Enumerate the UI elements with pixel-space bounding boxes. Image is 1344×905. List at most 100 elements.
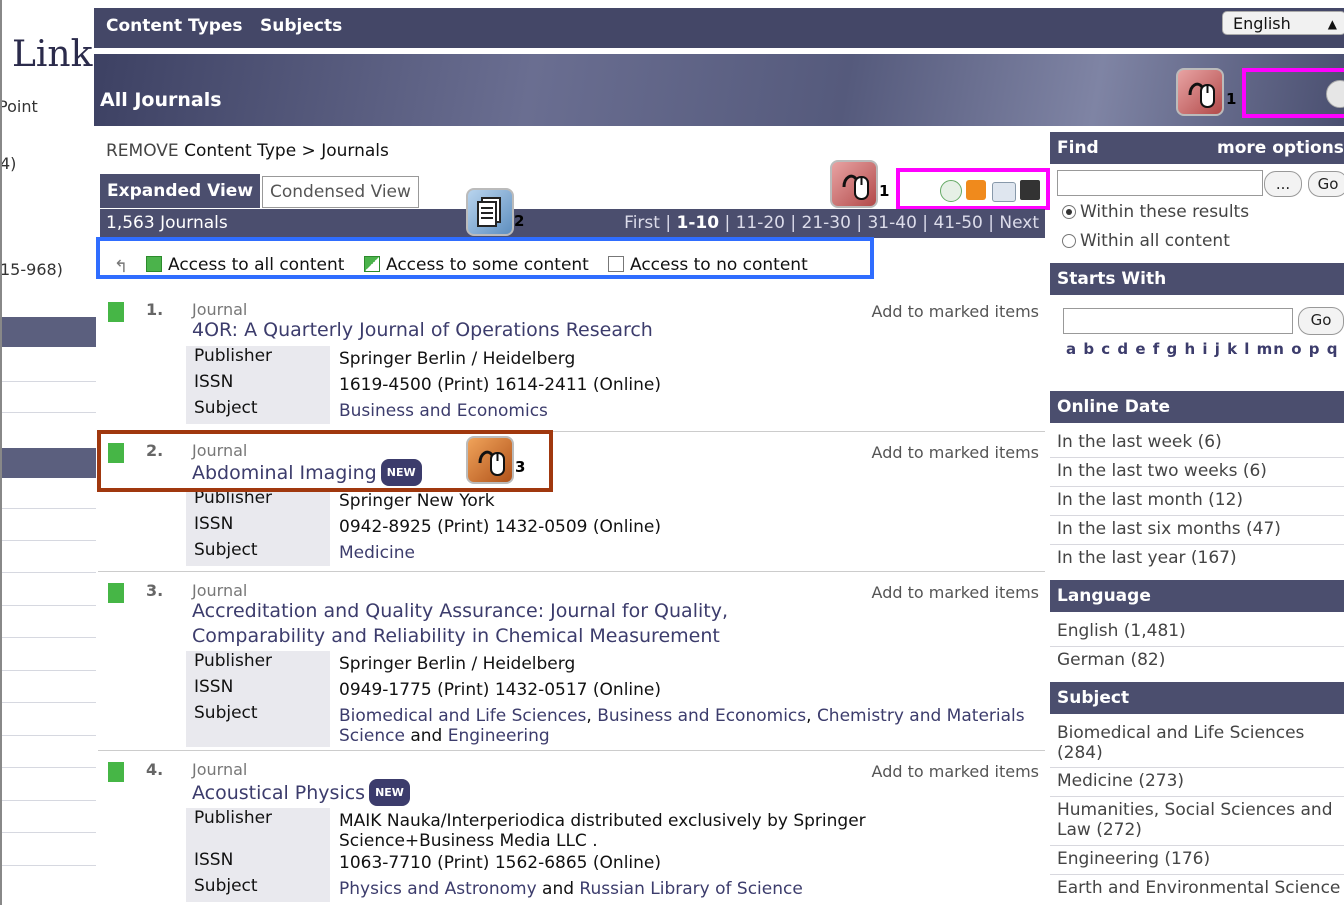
page-next[interactable]: Next [999, 213, 1039, 233]
radio-empty-icon [1062, 234, 1076, 248]
document-icon [466, 188, 514, 236]
logo-subtitle: Point [0, 97, 38, 116]
left-fragment: 4) [0, 154, 17, 173]
legend-none: Access to no content [608, 255, 808, 275]
annotation-number: 1 [1226, 90, 1237, 108]
undo-arrow-icon: ↰ [114, 257, 129, 277]
nav-subjects[interactable]: Subjects [260, 16, 342, 36]
save-icon[interactable] [1020, 180, 1040, 200]
date-filter[interactable]: In the last month (12) [1057, 490, 1243, 510]
more-options-link[interactable]: more options [1217, 132, 1344, 164]
ellipsis-button[interactable]: ... [1264, 171, 1302, 197]
date-filter[interactable]: In the last year (167) [1057, 548, 1237, 568]
page-banner: All Journals [94, 54, 1344, 126]
date-filter[interactable]: In the last week (6) [1057, 432, 1222, 452]
radio-selected-icon [1062, 205, 1076, 219]
subject-link[interactable]: Russian Library of Science [579, 879, 802, 899]
rss-icon[interactable] [966, 180, 986, 200]
find-header: Find more options [1050, 132, 1344, 164]
pagination: First | 1-10 | 11-20 | 21-30 | 31-40 | 4… [624, 213, 1039, 233]
subject-link[interactable]: Medicine [339, 543, 415, 563]
left-band [2, 317, 96, 347]
no-access-icon [608, 256, 624, 272]
alphabet-links[interactable]: a b c d e f g h i j k l mn o p q [1066, 340, 1338, 358]
full-access-icon [108, 762, 124, 782]
add-to-marked-link[interactable]: Add to marked items [872, 302, 1039, 321]
radio-within-results[interactable]: Within these results [1062, 202, 1249, 222]
page-link[interactable]: 31-40 [867, 213, 916, 233]
radio-within-all[interactable]: Within all content [1062, 231, 1230, 251]
results-bar: 1,563 Journals First | 1-10 | 11-20 | 21… [100, 209, 1045, 238]
new-badge: NEW [369, 779, 410, 806]
access-legend: ↰ Access to all content Access to some c… [96, 237, 874, 279]
entry-type: Journal [192, 581, 248, 600]
page-first[interactable]: First [624, 213, 660, 233]
page-current: 1-10 [676, 213, 720, 233]
starts-with-go-button[interactable]: Go [1298, 307, 1344, 335]
subject-link[interactable]: Biomedical and Life Sciences [339, 706, 586, 726]
legend-some: Access to some content [364, 255, 589, 275]
page-title: All Journals [100, 89, 222, 111]
partial-access-icon [364, 256, 380, 272]
entry-index: 4. [146, 760, 164, 779]
nav-content-types[interactable]: Content Types [106, 16, 243, 36]
subject-filter[interactable]: Engineering (176) [1057, 849, 1210, 869]
page-link[interactable]: 21-30 [802, 213, 851, 233]
entry-type: Journal [192, 760, 248, 779]
entry-index: 3. [146, 581, 164, 600]
page-link[interactable]: 41-50 [933, 213, 982, 233]
annotation-number: 1 [879, 182, 890, 200]
journal-title-link[interactable]: 4OR: A Quarterly Journal of Operations R… [192, 318, 812, 343]
subject-link[interactable]: Physics and Astronomy [339, 879, 537, 899]
site-logo: Link [12, 34, 93, 75]
add-to-marked-link[interactable]: Add to marked items [872, 583, 1039, 602]
remove-link[interactable]: REMOVE [106, 141, 179, 161]
full-access-icon [146, 256, 162, 272]
add-to-marked-link[interactable]: Add to marked items [872, 762, 1039, 781]
mouse-click-icon [1176, 68, 1224, 116]
journal-entry: 1. Journal Add to marked items 4OR: A Qu… [98, 290, 1045, 430]
tab-expanded-view[interactable]: Expanded View [100, 174, 261, 208]
annotation-number: 3 [515, 458, 526, 476]
add-alert-icon[interactable] [940, 180, 962, 202]
left-fragment: 15-968) [0, 260, 63, 279]
subject-filter[interactable]: Biomedical and Life Sciences (284) [1057, 723, 1337, 763]
starts-with-input[interactable] [1063, 308, 1293, 334]
subject-filter[interactable]: Humanities, Social Sciences and Law (272… [1057, 800, 1342, 840]
language-select[interactable]: English ▲ [1222, 11, 1344, 35]
starts-with-header: Starts With [1050, 263, 1344, 295]
journal-entry: 3. Journal Add to marked items Accredita… [98, 571, 1045, 749]
subject-link[interactable]: Engineering [448, 726, 550, 746]
subject-filter[interactable]: Earth and Environmental Science [1057, 878, 1340, 898]
journal-title-link[interactable]: Acoustical Physics NEW [192, 779, 812, 806]
find-go-button[interactable]: Go [1308, 171, 1344, 197]
online-date-header: Online Date [1050, 391, 1344, 423]
email-icon[interactable] [992, 182, 1016, 202]
select-arrows-icon: ▲ [1327, 17, 1337, 31]
add-to-marked-link[interactable]: Add to marked items [872, 443, 1039, 462]
subject-link[interactable]: Business and Economics [339, 401, 548, 421]
journal-title-link[interactable]: Accreditation and Quality Assurance: Jou… [192, 599, 792, 649]
subject-link[interactable]: Business and Economics [597, 706, 806, 726]
left-band [2, 448, 96, 478]
full-access-icon [108, 583, 124, 603]
entry-type: Journal [192, 300, 248, 319]
results-count: 1,563 Journals [106, 213, 228, 233]
left-sidebar: Link Point 4) 15-968) [0, 0, 96, 905]
date-filter[interactable]: In the last six months (47) [1057, 519, 1281, 539]
full-access-icon [108, 302, 124, 322]
subject-header: Subject [1050, 682, 1344, 714]
language-header: Language [1050, 580, 1344, 612]
date-filter[interactable]: In the last two weeks (6) [1057, 461, 1267, 481]
page-link[interactable]: 11-20 [736, 213, 785, 233]
annotation-number: 2 [514, 212, 525, 230]
language-value: English [1233, 14, 1291, 33]
subject-filter[interactable]: Medicine (273) [1057, 771, 1184, 791]
top-navigation: Content Types Subjects [94, 8, 1344, 48]
language-filter[interactable]: English (1,481) [1057, 621, 1186, 641]
legend-all: Access to all content [146, 255, 344, 275]
language-filter[interactable]: German (82) [1057, 650, 1165, 670]
find-input[interactable] [1057, 170, 1263, 196]
tab-condensed-view[interactable]: Condensed View [262, 176, 419, 208]
breadcrumb-path: Content Type > Journals [184, 141, 389, 161]
